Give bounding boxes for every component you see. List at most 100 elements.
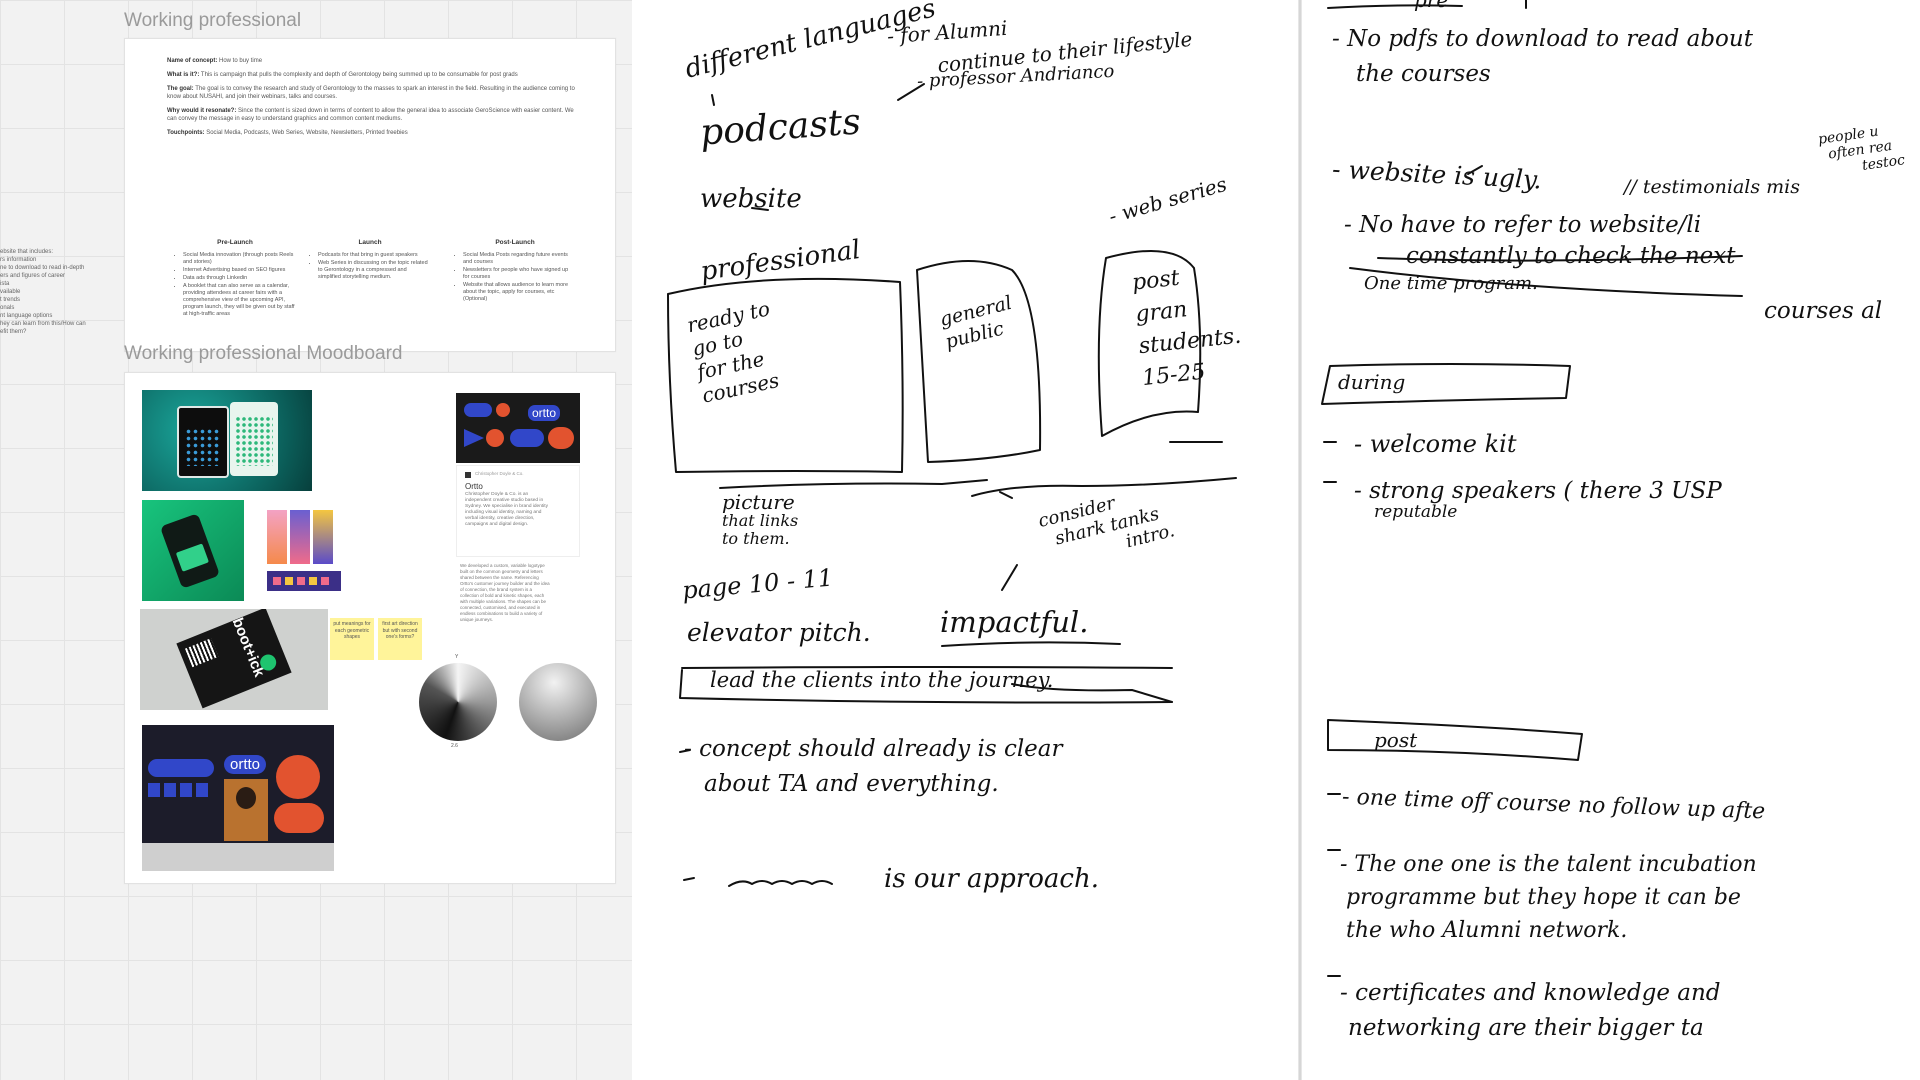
note-certificates: - certificates and knowledge and network…	[1340, 976, 1721, 1045]
note-box3-text: post gran students. 15-25	[1131, 257, 1246, 395]
note-line: ebsite that includes:	[0, 249, 54, 255]
concept-goal-label: The goal:	[167, 86, 194, 92]
image-ortto-header[interactable]: ortto	[456, 393, 580, 463]
note-reputable: reputable	[1374, 502, 1458, 522]
text-line: about TA and everything.	[704, 770, 999, 797]
note-line: ista	[0, 281, 10, 287]
notebook-left-page: different languages - for Alumni continu…	[632, 0, 1300, 1080]
image-teal-phones[interactable]	[142, 390, 312, 491]
concept-goal-value: The goal is to convey the research and s…	[167, 86, 575, 100]
phase-title: Post-Launch	[495, 239, 535, 246]
gradient-top-label: Y	[455, 654, 459, 660]
concept-text: Name of concept: How to buy time What is…	[167, 57, 577, 143]
shape-triangle	[464, 429, 484, 447]
note-line: onals	[0, 305, 15, 311]
ortto-card-body[interactable]: Christopher Doyle & Co. Ortto Christophe…	[456, 465, 580, 557]
note-line: t trends	[0, 297, 21, 303]
text-line: One time program.	[1364, 273, 1538, 295]
shape-pill	[548, 427, 574, 449]
note-testimonials: // testimonials mis	[1624, 176, 1800, 198]
text-line: - concept should already is clear	[684, 736, 1063, 762]
poster-shape	[313, 510, 333, 564]
text-line: the courses	[1356, 60, 1491, 87]
phone-shape	[230, 402, 278, 476]
photo-person	[224, 779, 268, 841]
text-line: - No pdfs to download to read about	[1332, 26, 1753, 52]
shape-arrows	[148, 783, 208, 797]
text-line: to them.	[722, 528, 790, 548]
note-line: nt language options	[0, 313, 53, 319]
note-picture: picture	[722, 490, 795, 514]
avatar	[465, 472, 471, 478]
concept-touchpoints-label: Touchpoints:	[167, 130, 205, 136]
phase-item: Internet Advertising based on SEO figure…	[183, 267, 295, 274]
whiteboard-canvas[interactable]: Working professional Name of concept: Ho…	[0, 0, 632, 1080]
note-lead-clients: lead the clients into the journey.	[710, 668, 1054, 692]
note-line: efit them?	[0, 329, 27, 335]
shape-circle	[486, 429, 504, 447]
gradient-circle-radial[interactable]	[519, 663, 597, 741]
concept-name-label: Name of concept:	[167, 58, 218, 64]
note-strong-speakers: - strong speakers ( there 3 USP	[1354, 478, 1722, 504]
image-poster-strip[interactable]	[267, 571, 341, 591]
text-line: that links	[722, 511, 799, 530]
phase-item: Data ads through Linkedin	[183, 275, 295, 282]
underline-impactful	[941, 641, 1121, 647]
note-line: ers and figures of career	[0, 273, 66, 279]
note-concept: - concept should already is clear about …	[684, 732, 1063, 801]
phase-item: A booklet that can also serve as a calen…	[183, 283, 295, 318]
brochure-shape: boot+ick	[176, 609, 292, 709]
shape-pill	[510, 429, 544, 447]
text-line: constantly to check the next	[1406, 243, 1736, 270]
shape-circle	[276, 755, 320, 799]
concept-touchpoints-value: Social Media, Podcasts, Web Series, Webs…	[206, 130, 408, 136]
dot-grid	[185, 428, 221, 466]
bootick-text: boot+ick	[228, 615, 268, 680]
billboard-logo: ortto	[224, 755, 267, 774]
frame-title-moodboard[interactable]: Working professional Moodboard	[124, 343, 402, 365]
ortto-heading: Ortto	[465, 482, 483, 491]
phase-item: Social Media innovation (through posts R…	[183, 252, 295, 266]
billboard-panel: ortto	[142, 725, 334, 843]
frame-title-working-professional[interactable]: Working professional	[124, 10, 301, 32]
gradient-circle-conic[interactable]	[419, 663, 497, 741]
phase-launch: Launch Podcasts for that bring in guest …	[310, 239, 430, 282]
note-line: hey can learn from this/How can	[0, 321, 86, 327]
phone-shape	[177, 406, 229, 478]
text-line: - certificates and knowledge and	[1340, 980, 1721, 1006]
ortto-byline: Christopher Doyle & Co.	[475, 471, 524, 476]
concept-document[interactable]: Name of concept: How to buy time What is…	[124, 38, 616, 352]
image-colorful-posters[interactable]	[267, 510, 341, 566]
poster-shape	[290, 510, 310, 564]
phase-post-launch: Post-Launch Social Media Posts regarding…	[455, 239, 575, 304]
shape-pill	[274, 803, 324, 833]
offscreen-notes: ebsite that includes: rs information ne …	[0, 248, 120, 336]
image-ortto-billboard[interactable]: ortto	[142, 725, 334, 871]
note-welcome-kit: - welcome kit	[1354, 430, 1517, 458]
image-bootick-brochure[interactable]: boot+ick	[140, 609, 328, 710]
phase-title: Launch	[358, 239, 382, 246]
sticky-note-art-direction[interactable]: first art direction but with second one'…	[378, 618, 422, 660]
phase-item: Podcasts for that bring in guest speaker…	[318, 252, 430, 259]
moodboard-frame[interactable]: boot+ick put meanings for each geometric…	[124, 372, 616, 884]
note-picture-detail: that links to them.	[722, 512, 798, 547]
sticky-note-meanings[interactable]: put meanings for each geometric shapes	[330, 618, 374, 660]
note-refer-website: - No have to refer to website/li constan…	[1344, 210, 1882, 327]
shape-circle	[496, 403, 510, 417]
text-line: - The one one is the talent incubation	[1340, 852, 1757, 877]
concept-name-value: How to buy time	[219, 58, 263, 64]
note-elevator-pitch: elevator pitch.	[687, 618, 871, 647]
phase-title: Pre-Launch	[217, 239, 253, 246]
note-website: website	[700, 184, 802, 214]
phase-item: Web Series in discussing on the topic re…	[318, 260, 430, 281]
image-green-phone[interactable]	[142, 500, 244, 601]
note-impactful: impactful.	[940, 605, 1089, 639]
ortto-description: Christopher Doyle & Co. is an independen…	[465, 492, 549, 527]
post-box	[1327, 719, 1583, 761]
concept-what-label: What is it?:	[167, 72, 200, 78]
screen-block	[175, 543, 209, 572]
phase-pre-launch: Pre-Launch Social Media innovation (thro…	[175, 239, 295, 319]
note-approach: is our approach.	[884, 864, 1099, 894]
phone-shape	[159, 513, 221, 589]
stroke	[999, 491, 1013, 499]
